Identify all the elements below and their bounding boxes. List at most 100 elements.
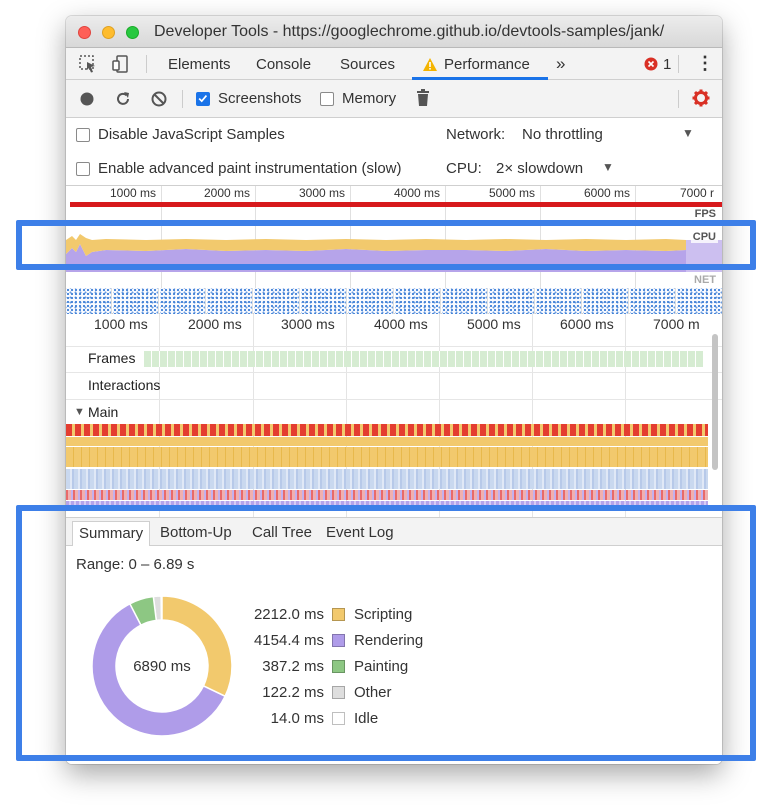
- trash-icon[interactable]: [416, 89, 430, 107]
- legend-value: 387.2 ms: [262, 658, 324, 675]
- frames-strip[interactable]: [144, 351, 704, 367]
- cpu-dropdown-arrow-icon[interactable]: ▼: [602, 160, 614, 174]
- tab-summary[interactable]: Summary: [72, 521, 151, 546]
- cpu-usage-chart: [66, 234, 722, 272]
- device-toolbar-icon[interactable]: [110, 54, 130, 74]
- main-expand-toggle-icon[interactable]: ▼: [74, 406, 85, 418]
- legend-category: Scripting: [354, 606, 413, 623]
- zoom-window-button[interactable]: [126, 26, 139, 39]
- legend-swatch: [332, 608, 345, 621]
- tab-elements[interactable]: Elements: [168, 56, 231, 73]
- net-track-label: NET: [692, 274, 718, 286]
- interactions-track-label[interactable]: Interactions: [88, 377, 160, 393]
- screenshots-label: Screenshots: [218, 90, 302, 107]
- tab-sources[interactable]: Sources: [340, 56, 395, 73]
- cpu-throttling-select[interactable]: 2× slowdown: [496, 160, 583, 177]
- network-throttling-select[interactable]: No throttling: [522, 126, 603, 143]
- main-layout-row[interactable]: [66, 490, 708, 500]
- legend-value: 14.0 ms: [270, 710, 324, 727]
- legend-item: 2212.0 ms Scripting: [236, 606, 536, 624]
- summary-pane: Range: 0 – 6.89 s 6890 ms 2212.0 ms Scrip…: [66, 546, 722, 764]
- inspect-element-icon[interactable]: [78, 54, 98, 74]
- tab-performance[interactable]: Performance: [444, 56, 530, 73]
- tab-event-log[interactable]: Event Log: [320, 521, 400, 546]
- advanced-paint-checkbox[interactable]: [76, 162, 90, 176]
- overview-tick-label: 7000 r: [680, 186, 715, 200]
- flame-chart[interactable]: 1000 ms 2000 ms 3000 ms 4000 ms 5000 ms …: [66, 314, 722, 518]
- network-label: Network:: [446, 126, 506, 143]
- close-window-button[interactable]: [78, 26, 91, 39]
- overview-tick-label: 5000 ms: [489, 186, 536, 200]
- overview-tick-label: 6000 ms: [584, 186, 631, 200]
- error-count[interactable]: 1: [663, 56, 671, 73]
- reload-icon[interactable]: [114, 90, 132, 108]
- flame-tick-label: 3000 ms: [281, 316, 335, 332]
- legend-item: 122.2 ms Other: [236, 684, 536, 702]
- disable-js-samples-label: Disable JavaScript Samples: [98, 126, 285, 143]
- flame-tick-label: 7000 m: [653, 316, 700, 332]
- legend-item: 14.0 ms Idle: [236, 710, 536, 728]
- tab-console[interactable]: Console: [256, 56, 311, 73]
- more-tabs-button[interactable]: »: [556, 54, 565, 74]
- error-icon[interactable]: [644, 57, 658, 71]
- tab-call-tree[interactable]: Call Tree: [246, 521, 318, 546]
- main-scripting-row[interactable]: [66, 447, 708, 467]
- minimize-window-button[interactable]: [102, 26, 115, 39]
- legend-swatch: [332, 712, 345, 725]
- flame-chart-scrollbar[interactable]: [712, 334, 718, 470]
- range-label: Range: 0 – 6.89 s: [76, 556, 195, 573]
- track-divider: [66, 372, 722, 373]
- record-icon[interactable]: [80, 92, 94, 106]
- main-task-row[interactable]: [66, 424, 708, 436]
- fps-track-label: FPS: [692, 208, 718, 220]
- flame-tick-label: 1000 ms: [94, 316, 148, 332]
- legend-swatch: [332, 634, 345, 647]
- legend-category: Rendering: [354, 632, 424, 649]
- flame-tick-label: 5000 ms: [467, 316, 521, 332]
- legend-value: 122.2 ms: [262, 684, 324, 701]
- fps-bar: [70, 202, 722, 207]
- overview-tick-label: 2000 ms: [204, 186, 251, 200]
- overview-tick-label: 3000 ms: [299, 186, 346, 200]
- screenshots-checkbox[interactable]: [196, 92, 210, 106]
- toolbar-divider: [678, 55, 679, 73]
- checkmark-icon: [198, 95, 208, 103]
- main-scripting-row[interactable]: [66, 437, 708, 446]
- frames-track-label[interactable]: Frames: [88, 350, 135, 366]
- network-dropdown-arrow-icon[interactable]: ▼: [682, 126, 694, 140]
- legend-value: 2212.0 ms: [253, 606, 324, 623]
- flame-tick-label: 2000 ms: [188, 316, 242, 332]
- legend-item: 387.2 ms Painting: [236, 658, 536, 676]
- flame-tick-label: 4000 ms: [374, 316, 428, 332]
- track-divider: [66, 399, 722, 400]
- donut-total-label: 6890 ms: [133, 658, 191, 675]
- timeline-overview[interactable]: 1000 ms 2000 ms 3000 ms 4000 ms 5000 ms …: [66, 186, 722, 322]
- gear-icon[interactable]: [692, 89, 710, 107]
- memory-checkbox[interactable]: [320, 92, 334, 106]
- window-title: Developer Tools - https://googlechrome.g…: [154, 23, 665, 40]
- overview-tick-label: 1000 ms: [110, 186, 157, 200]
- kebab-menu-button[interactable]: ⋮: [696, 53, 714, 74]
- tab-bottom-up[interactable]: Bottom-Up: [154, 521, 238, 546]
- legend-category: Other: [354, 684, 392, 701]
- advanced-paint-label: Enable advanced paint instrumentation (s…: [98, 160, 402, 177]
- warning-icon: [423, 58, 437, 71]
- donut-slice-scripting: [161, 595, 233, 698]
- main-track-label[interactable]: Main: [88, 404, 118, 420]
- memory-label: Memory: [342, 90, 397, 107]
- main-function-row[interactable]: [66, 469, 708, 489]
- overview-tick-label: 4000 ms: [394, 186, 441, 200]
- details-tab-bar: Summary Bottom-Up Call Tree Event Log: [66, 518, 722, 546]
- track-divider: [66, 346, 722, 347]
- clear-icon[interactable]: [150, 90, 168, 108]
- legend-swatch: [332, 660, 345, 673]
- legend-item: 4154.4 ms Rendering: [236, 632, 536, 650]
- disable-js-samples-checkbox[interactable]: [76, 128, 90, 142]
- cpu-track-label: CPU: [690, 231, 718, 243]
- main-rendering-row[interactable]: [66, 501, 708, 511]
- legend-category: Idle: [354, 710, 379, 727]
- devtools-window: Developer Tools - https://googlechrome.g…: [66, 16, 722, 764]
- capture-settings-pane: Disable JavaScript Samples Network: No t…: [66, 118, 722, 186]
- performance-toolbar: Screenshots Memory: [66, 80, 722, 118]
- panel-tab-bar: Elements Console Sources Performance » 1…: [66, 48, 722, 80]
